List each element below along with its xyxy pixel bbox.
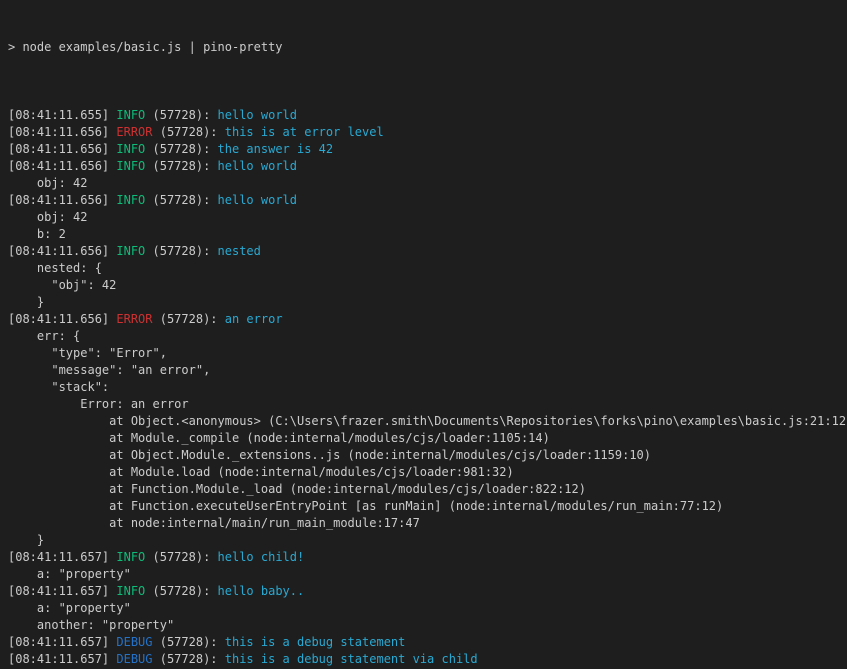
log-message: hello world [218, 159, 297, 173]
log-detail-line: obj: 42 [8, 209, 847, 226]
log-pid: (57728): [145, 584, 217, 598]
log-line: [08:41:11.656] INFO (57728): nested [8, 243, 847, 260]
log-line: [08:41:11.656] INFO (57728): hello world [8, 192, 847, 209]
log-line: [08:41:11.657] DEBUG (57728): this is a … [8, 634, 847, 651]
log-message: this is a debug statement [225, 635, 406, 649]
log-message: hello baby.. [218, 584, 305, 598]
log-message: hello world [218, 193, 297, 207]
log-detail-line: } [8, 532, 847, 549]
log-line: [08:41:11.656] ERROR (57728): an error [8, 311, 847, 328]
log-detail-line: another: "property" [8, 617, 847, 634]
log-pid: (57728): [145, 550, 217, 564]
log-level: ERROR [116, 312, 152, 326]
log-pid: (57728): [145, 142, 217, 156]
log-detail-line: obj: 42 [8, 175, 847, 192]
log-level: INFO [116, 584, 145, 598]
log-level: INFO [116, 142, 145, 156]
log-timestamp: [08:41:11.657] [8, 635, 116, 649]
log-message: hello world [218, 108, 297, 122]
log-detail-line: b: 2 [8, 226, 847, 243]
log-message: this is a debug statement via child [225, 652, 478, 666]
log-detail-line: err: { [8, 328, 847, 345]
log-detail-line: a: "property" [8, 600, 847, 617]
log-line: [08:41:11.657] INFO (57728): hello child… [8, 549, 847, 566]
log-detail-line: "obj": 42 [8, 277, 847, 294]
log-level: ERROR [116, 125, 152, 139]
log-detail-line: } [8, 294, 847, 311]
log-detail-line: at Object.Module._extensions..js (node:i… [8, 447, 847, 464]
log-detail-line: a: "property" [8, 566, 847, 583]
log-line: [08:41:11.656] ERROR (57728): this is at… [8, 124, 847, 141]
log-detail-line: "stack": [8, 379, 847, 396]
terminal-output: [08:41:11.655] INFO (57728): hello world… [8, 90, 847, 669]
log-level: DEBUG [116, 652, 152, 666]
terminal-window[interactable]: > node examples/basic.js | pino-pretty [… [0, 0, 847, 669]
log-pid: (57728): [145, 108, 217, 122]
log-line: [08:41:11.656] INFO (57728): the answer … [8, 141, 847, 158]
log-line: [08:41:11.655] INFO (57728): hello world [8, 107, 847, 124]
log-detail-line: nested: { [8, 260, 847, 277]
log-line: [08:41:11.657] DEBUG (57728): this is a … [8, 651, 847, 668]
log-line: [08:41:11.656] INFO (57728): hello world [8, 158, 847, 175]
log-message: the answer is 42 [218, 142, 334, 156]
log-pid: (57728): [145, 193, 217, 207]
log-message: this is at error level [225, 125, 384, 139]
log-detail-line: "message": "an error", [8, 362, 847, 379]
log-detail-line: at Function.executeUserEntryPoint [as ru… [8, 498, 847, 515]
log-line: [08:41:11.657] INFO (57728): hello baby.… [8, 583, 847, 600]
log-level: INFO [116, 550, 145, 564]
log-level: INFO [116, 244, 145, 258]
log-level: INFO [116, 159, 145, 173]
log-timestamp: [08:41:11.656] [8, 312, 116, 326]
log-detail-line: at Module._compile (node:internal/module… [8, 430, 847, 447]
log-timestamp: [08:41:11.657] [8, 652, 116, 666]
log-detail-line: "type": "Error", [8, 345, 847, 362]
log-detail-line: at Module.load (node:internal/modules/cj… [8, 464, 847, 481]
log-timestamp: [08:41:11.657] [8, 550, 116, 564]
log-detail-line: at Object.<anonymous> (C:\Users\frazer.s… [8, 413, 847, 430]
log-timestamp: [08:41:11.656] [8, 142, 116, 156]
blank-line [8, 90, 847, 107]
log-detail-line: at node:internal/main/run_main_module:17… [8, 515, 847, 532]
log-timestamp: [08:41:11.656] [8, 125, 116, 139]
log-message: hello child! [218, 550, 305, 564]
log-message: an error [225, 312, 283, 326]
log-timestamp: [08:41:11.657] [8, 584, 116, 598]
log-detail-line: Error: an error [8, 396, 847, 413]
log-pid: (57728): [153, 635, 225, 649]
command-line: > node examples/basic.js | pino-pretty [8, 39, 847, 56]
log-level: INFO [116, 108, 145, 122]
log-pid: (57728): [145, 159, 217, 173]
log-level: INFO [116, 193, 145, 207]
log-pid: (57728): [153, 652, 225, 666]
log-detail-line: at Function.Module._load (node:internal/… [8, 481, 847, 498]
log-timestamp: [08:41:11.655] [8, 108, 116, 122]
log-message: nested [218, 244, 261, 258]
log-timestamp: [08:41:11.656] [8, 159, 116, 173]
log-pid: (57728): [153, 125, 225, 139]
log-pid: (57728): [145, 244, 217, 258]
log-timestamp: [08:41:11.656] [8, 244, 116, 258]
log-timestamp: [08:41:11.656] [8, 193, 116, 207]
log-pid: (57728): [153, 312, 225, 326]
log-level: DEBUG [116, 635, 152, 649]
